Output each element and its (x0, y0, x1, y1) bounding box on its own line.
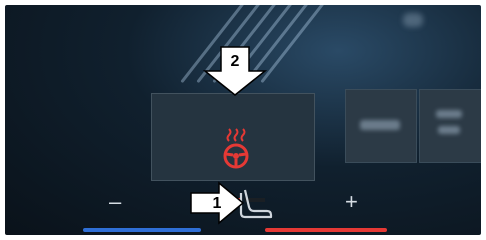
heated-steering-wheel-icon (223, 128, 249, 169)
screen: – + 2 1 (5, 5, 481, 235)
callout-number-1: 1 (212, 195, 222, 212)
decrease-button[interactable]: – (109, 191, 121, 213)
callout-number-2: 2 (230, 53, 240, 70)
heated-steering-wheel-tile[interactable] (151, 93, 315, 202)
heating-bar (265, 228, 387, 232)
blurred-icon (403, 13, 423, 27)
increase-button[interactable]: + (345, 191, 358, 213)
cooling-bar (83, 228, 201, 232)
climate-tile[interactable] (345, 89, 417, 163)
climate-tile[interactable] (419, 89, 481, 163)
